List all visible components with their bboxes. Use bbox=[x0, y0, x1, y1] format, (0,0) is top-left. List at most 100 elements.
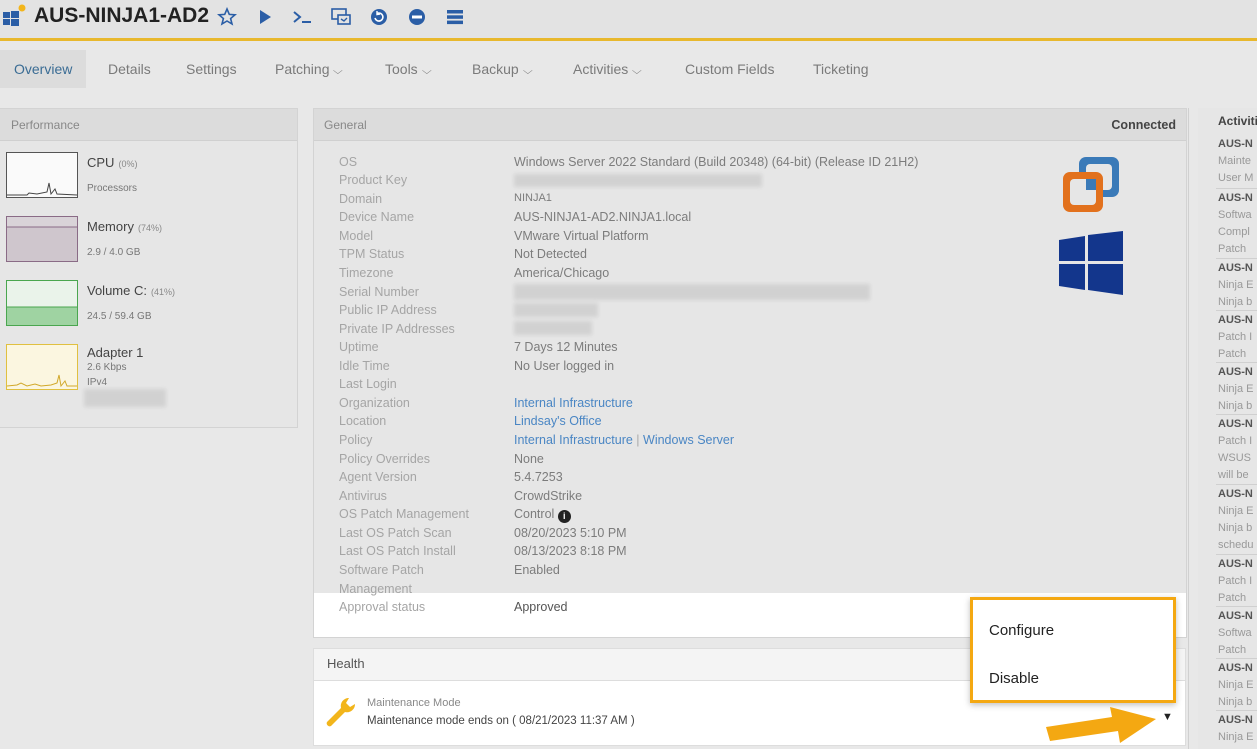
uptime-label: Uptime bbox=[339, 340, 379, 354]
activity-device: AUS-N bbox=[1218, 366, 1253, 378]
approval-label: Approval status bbox=[339, 600, 426, 614]
activity-line: Patch bbox=[1218, 348, 1247, 360]
activity-separator bbox=[1216, 554, 1257, 555]
activity-item[interactable]: AUS-N Ninja E Ninja b schedu bbox=[1218, 486, 1257, 554]
caret-down-icon[interactable]: ▼ bbox=[1162, 711, 1173, 723]
menu-icon[interactable] bbox=[445, 7, 465, 27]
memory-percent: (74%) bbox=[137, 223, 162, 233]
general-panel: General Connected bbox=[313, 108, 1187, 638]
tab-patching[interactable]: Patching ⌵ bbox=[275, 50, 344, 88]
policy-link[interactable]: Internal Infrastructure bbox=[514, 433, 633, 447]
chevron-down-icon: ⌵ bbox=[421, 66, 432, 77]
info-icon[interactable]: i bbox=[557, 510, 571, 523]
shutdown-icon[interactable] bbox=[407, 7, 427, 27]
policy-label: Policy bbox=[339, 433, 373, 447]
activity-item[interactable]: AUS-N Patch I Patch bbox=[1218, 556, 1257, 607]
domain-label: Domain bbox=[339, 192, 383, 206]
remote-desktop-icon[interactable] bbox=[330, 7, 351, 27]
os-patch-mgmt-value: Control i bbox=[514, 507, 571, 523]
timezone-value: America/Chicago bbox=[514, 266, 610, 280]
activity-line: Patch I bbox=[1218, 331, 1253, 343]
vmware-logo-icon bbox=[1059, 155, 1123, 217]
product-key-label: Product Key bbox=[339, 173, 408, 187]
memory-sub: 2.9 / 4.0 GB bbox=[87, 247, 141, 258]
activity-device: AUS-N bbox=[1218, 138, 1253, 150]
memory-graph[interactable] bbox=[6, 216, 78, 262]
os-patch-mgmt-label: OS Patch Management bbox=[339, 507, 469, 521]
tab-tools[interactable]: Tools ⌵ bbox=[385, 50, 432, 88]
tab-label: Overview bbox=[14, 61, 73, 77]
location-label: Location bbox=[339, 414, 387, 428]
cpu-graph[interactable] bbox=[6, 152, 78, 198]
tab-label: Activities bbox=[573, 61, 629, 77]
organization-link[interactable]: Internal Infrastructure bbox=[514, 396, 633, 410]
chevron-down-icon: ⌵ bbox=[333, 66, 344, 77]
policy-windows-server-link[interactable]: Windows Server bbox=[643, 433, 734, 447]
restart-icon[interactable] bbox=[369, 7, 389, 27]
os-value: Windows Server 2022 Standard (Build 2034… bbox=[514, 155, 919, 169]
organization-label: Organization bbox=[339, 396, 410, 410]
activity-device: AUS-N bbox=[1218, 262, 1253, 274]
activity-line: WSUS bbox=[1218, 452, 1251, 464]
tab-activities[interactable]: Activities ⌵ bbox=[573, 50, 642, 88]
maintenance-dropdown-menu: Configure Disable bbox=[970, 597, 1176, 703]
redacted-product-key bbox=[514, 174, 762, 187]
activity-item[interactable]: AUS-N Mainte User M bbox=[1218, 136, 1257, 187]
activity-item[interactable]: AUS-N Ninja E Ninja b bbox=[1218, 660, 1257, 711]
activity-device: AUS-N bbox=[1218, 610, 1253, 622]
activity-item[interactable]: AUS-N Softwa Compl Patch bbox=[1218, 190, 1257, 258]
activity-item[interactable]: AUS-N Ninja E bbox=[1218, 712, 1257, 746]
redacted-private-ip bbox=[514, 321, 592, 335]
terminal-icon[interactable] bbox=[292, 7, 312, 27]
policy-value: Internal Infrastructure | Windows Server bbox=[514, 433, 734, 447]
timezone-label: Timezone bbox=[339, 266, 394, 280]
maintenance-mode-title: Maintenance Mode bbox=[367, 697, 461, 709]
adapter-speed: 2.6 Kbps bbox=[87, 362, 127, 373]
configure-menu-item[interactable]: Configure bbox=[989, 622, 1054, 639]
activity-line: schedu bbox=[1218, 539, 1254, 551]
tab-ticketing[interactable]: Ticketing bbox=[813, 50, 869, 88]
activity-item[interactable]: AUS-N Softwa Patch bbox=[1218, 608, 1257, 659]
activity-item[interactable]: AUS-N Ninja E Ninja b bbox=[1218, 364, 1257, 415]
model-label: Model bbox=[339, 229, 374, 243]
policy-overrides-label: Policy Overrides bbox=[339, 452, 430, 466]
activity-line: User M bbox=[1218, 172, 1254, 184]
volume-name: Volume C: bbox=[87, 283, 147, 298]
disable-menu-item[interactable]: Disable bbox=[989, 670, 1039, 687]
agent-version-label: Agent Version bbox=[339, 470, 417, 484]
os-patch-mgmt-text: Control bbox=[514, 507, 555, 521]
activity-separator bbox=[1216, 658, 1257, 659]
tab-details[interactable]: Details bbox=[108, 50, 151, 88]
volume-graph[interactable] bbox=[6, 280, 78, 326]
activities-title: Activiti bbox=[1218, 114, 1257, 128]
activities-panel: Activiti AUS-N Mainte User M AUS-N Softwa Com… bbox=[1198, 108, 1257, 749]
tab-settings[interactable]: Settings bbox=[186, 50, 237, 88]
chevron-down-icon: ⌵ bbox=[522, 66, 533, 77]
device-header: AUS-NINJA1-AD2 bbox=[0, 0, 1257, 38]
performance-panel: Performance CPU (0%) Processors Memory (74… bbox=[0, 108, 298, 428]
activity-item[interactable]: AUS-N Patch I Patch bbox=[1218, 312, 1257, 363]
redacted-serial bbox=[514, 284, 870, 300]
last-login-label: Last Login bbox=[339, 377, 397, 391]
activity-line: Ninja b bbox=[1218, 296, 1253, 308]
cpu-sub: Processors bbox=[87, 183, 138, 194]
tab-backup[interactable]: Backup ⌵ bbox=[472, 50, 533, 88]
activity-device: AUS-N bbox=[1218, 714, 1253, 726]
activity-device: AUS-N bbox=[1218, 314, 1253, 326]
activity-device: AUS-N bbox=[1218, 488, 1253, 500]
tab-custom-fields[interactable]: Custom Fields bbox=[685, 50, 774, 88]
run-script-icon[interactable] bbox=[255, 7, 275, 27]
device-title: AUS-NINJA1-AD2 bbox=[34, 4, 210, 27]
tab-overview[interactable]: Overview bbox=[0, 50, 87, 88]
location-link[interactable]: Lindsay's Office bbox=[514, 414, 602, 428]
volume-percent: (41%) bbox=[150, 287, 175, 297]
model-value: VMware Virtual Platform bbox=[514, 229, 649, 243]
tpm-label: TPM Status bbox=[339, 247, 405, 261]
activity-line: Patch bbox=[1218, 592, 1247, 604]
favorite-star-icon[interactable] bbox=[216, 6, 238, 27]
activity-item[interactable]: AUS-N Patch I WSUS will be bbox=[1218, 416, 1257, 484]
agent-version-value: 5.4.7253 bbox=[514, 470, 563, 484]
activity-item[interactable]: AUS-N Ninja E Ninja b bbox=[1218, 260, 1257, 311]
activity-line: Compl bbox=[1218, 226, 1250, 238]
adapter-graph[interactable] bbox=[6, 344, 78, 390]
